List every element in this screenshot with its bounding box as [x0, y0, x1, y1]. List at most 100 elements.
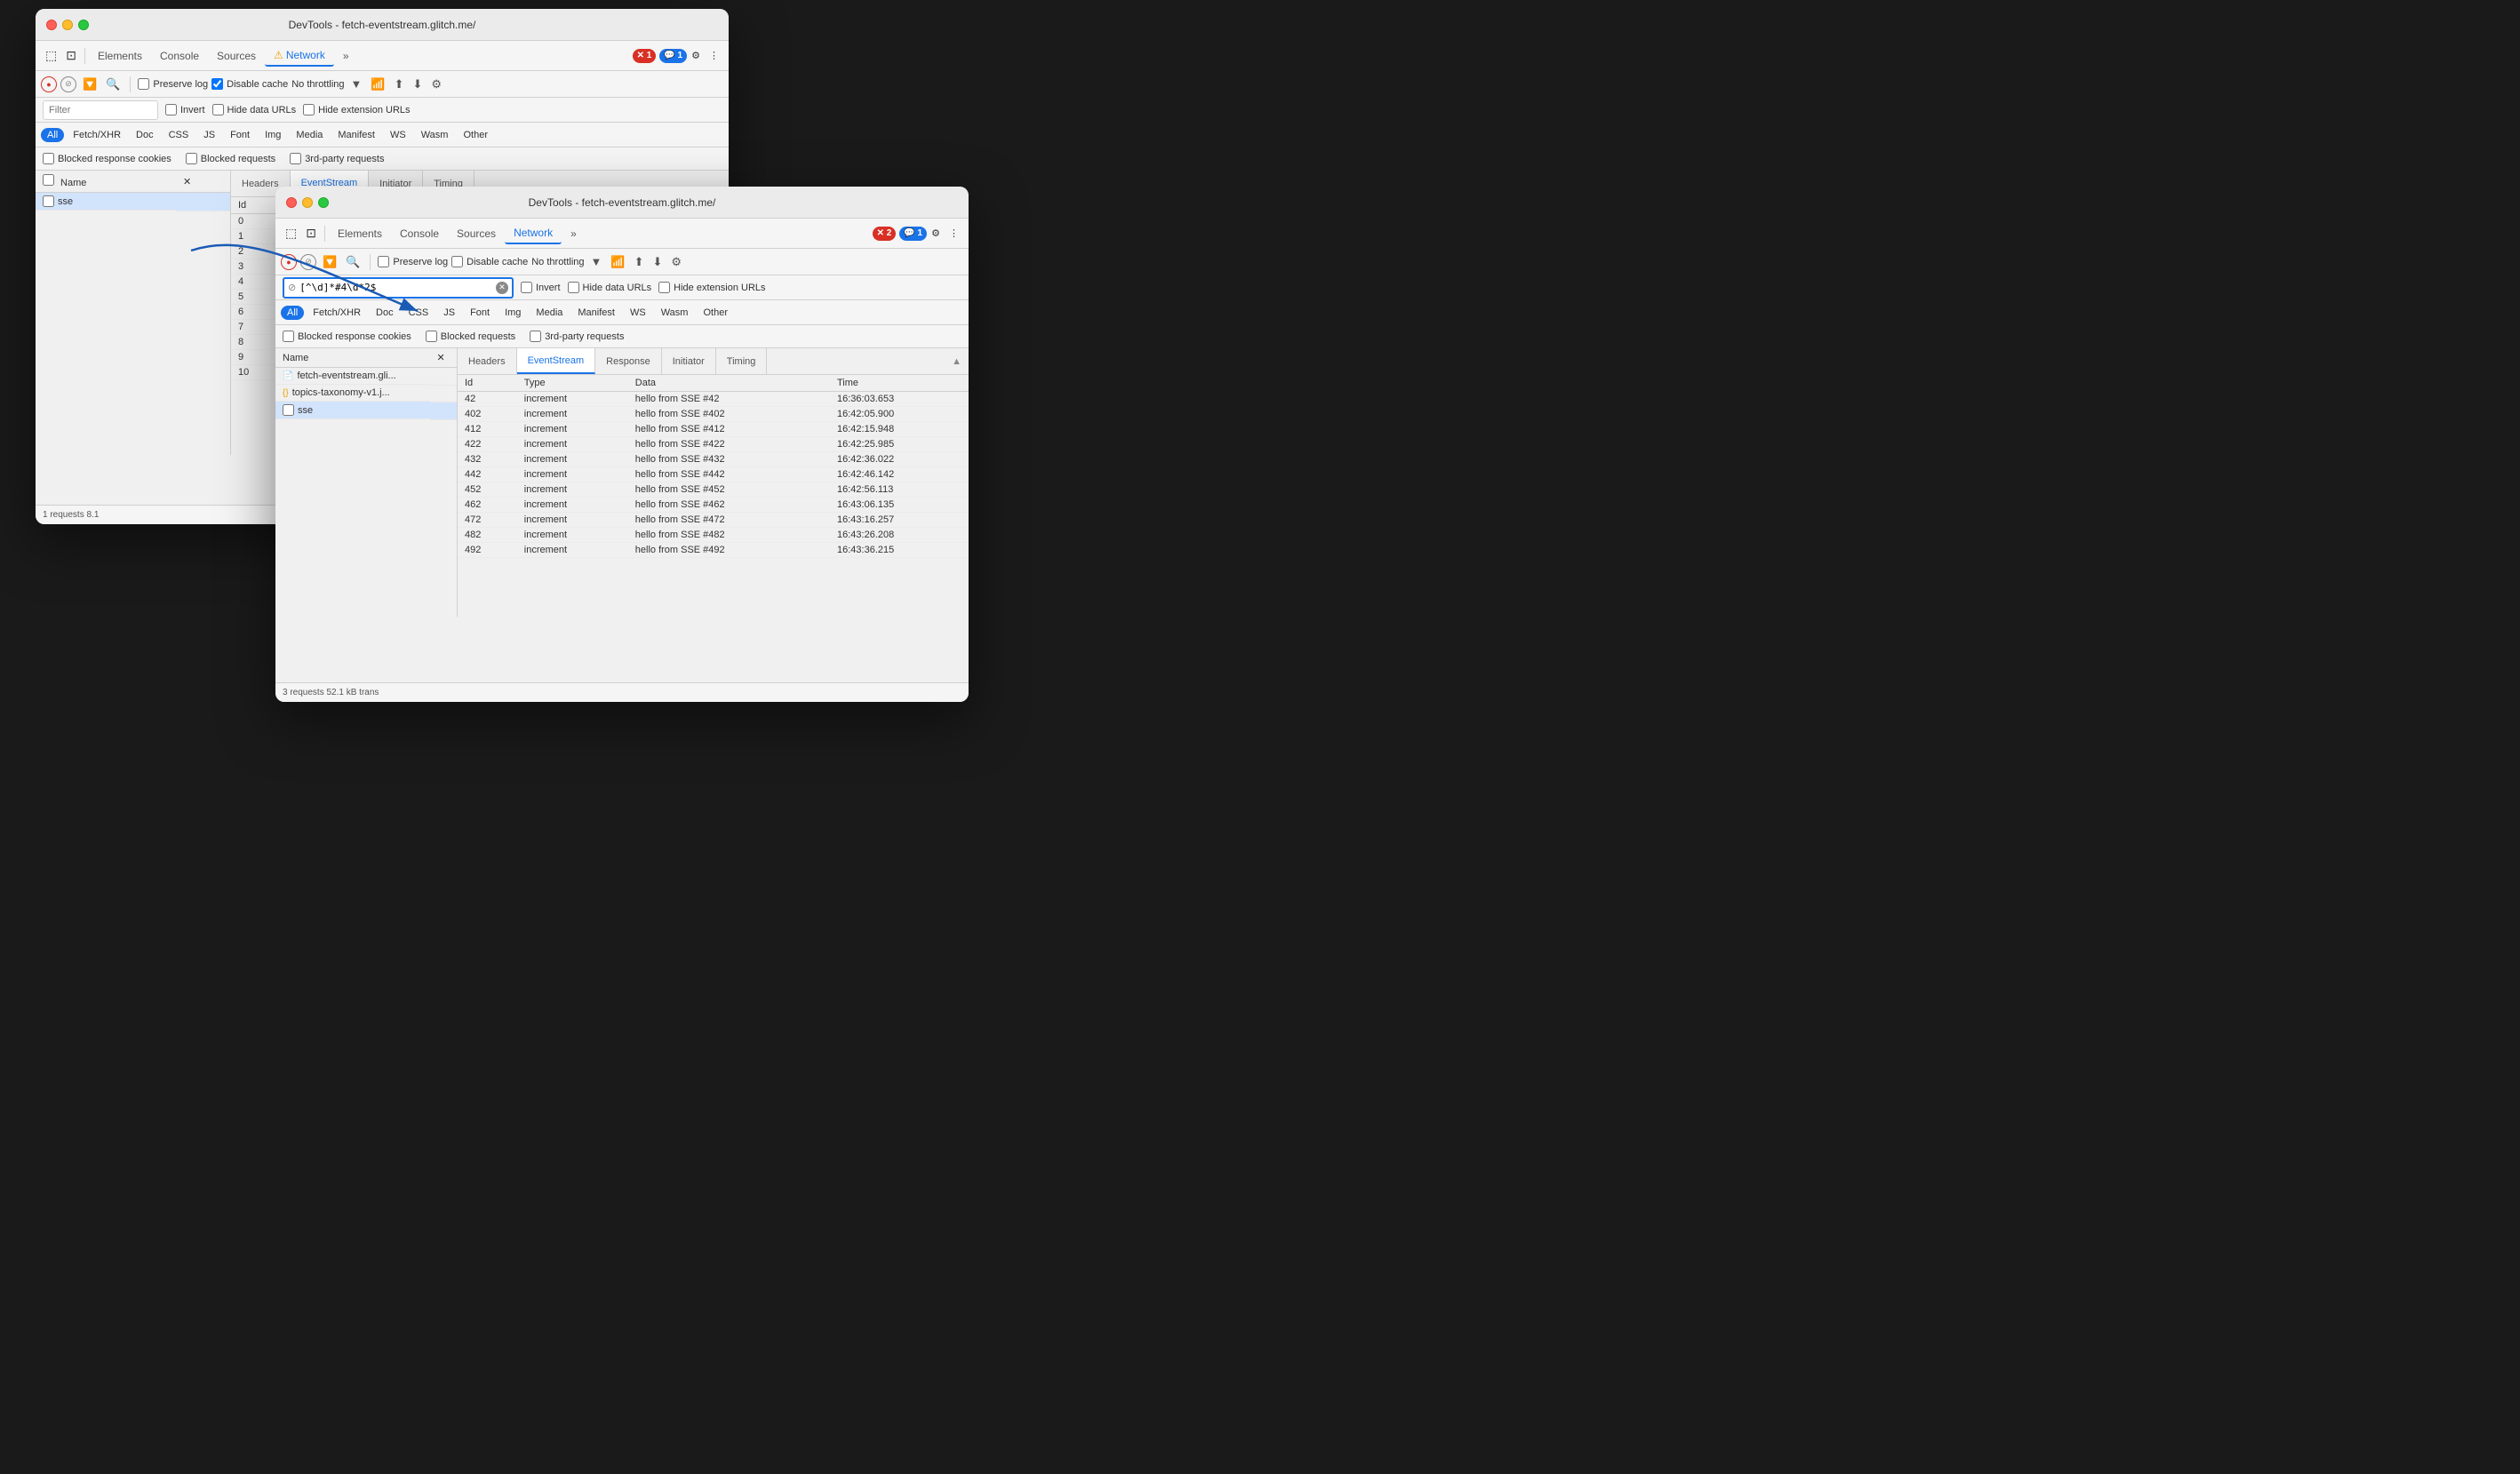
request-row-fetch-front[interactable]: 📄 fetch-eventstream.gli...	[275, 368, 457, 386]
settings-icon-front[interactable]: ⚙	[927, 225, 945, 242]
type-font-front[interactable]: Font	[464, 306, 496, 320]
filter-input-back[interactable]	[43, 100, 158, 120]
invert-check-back[interactable]	[165, 104, 177, 116]
panel-tab-headers-front[interactable]: Headers	[458, 348, 517, 374]
disable-cache-check-back[interactable]	[211, 78, 223, 90]
panel-tab-eventstream-front[interactable]: EventStream	[517, 348, 596, 374]
tab-more-back[interactable]: »	[334, 46, 358, 66]
panel-tab-initiator-front[interactable]: Initiator	[662, 348, 716, 374]
es-row-front[interactable]: 412incrementhello from SSE #41216:42:15.…	[458, 422, 969, 437]
preserve-log-label-back[interactable]: Preserve log	[138, 78, 208, 90]
search-icon-front[interactable]: 🔍	[343, 253, 363, 271]
type-doc-back[interactable]: Doc	[130, 128, 160, 142]
download-icon-front[interactable]: ⬇	[650, 253, 666, 271]
panel-tab-response-front[interactable]: Response	[595, 348, 662, 374]
throttling-dropdown-front[interactable]: ▼	[588, 253, 605, 270]
record-btn-front[interactable]: ●	[281, 254, 297, 270]
type-js-front[interactable]: JS	[437, 306, 461, 320]
type-css-back[interactable]: CSS	[163, 128, 195, 142]
record-btn-back[interactable]: ●	[41, 76, 57, 92]
tab-more-front[interactable]: »	[562, 224, 586, 243]
type-font-back[interactable]: Font	[224, 128, 256, 142]
es-row-front[interactable]: 452incrementhello from SSE #45216:42:56.…	[458, 482, 969, 498]
type-doc-front[interactable]: Doc	[370, 306, 400, 320]
upload-icon-back[interactable]: ⬆	[392, 76, 407, 93]
invert-check-front[interactable]	[521, 282, 532, 293]
device-icon-front[interactable]: ⊡	[301, 223, 321, 243]
inspect-icon-front[interactable]: ⬚	[281, 223, 301, 243]
hide-ext-label-back[interactable]: Hide extension URLs	[303, 104, 410, 116]
hide-data-label-front[interactable]: Hide data URLs	[568, 282, 652, 293]
filter-icon-back[interactable]: 🔽	[80, 76, 100, 93]
hide-ext-check-back[interactable]	[303, 104, 315, 116]
more-icon-back[interactable]: ⋮	[705, 47, 723, 64]
hide-data-label-back[interactable]: Hide data URLs	[212, 104, 297, 116]
es-row-front[interactable]: 472incrementhello from SSE #47216:43:16.…	[458, 513, 969, 528]
wifi-icon-back[interactable]: 📶	[368, 76, 387, 93]
tab-console-back[interactable]: Console	[151, 46, 208, 66]
es-row-front[interactable]: 402incrementhello from SSE #40216:42:05.…	[458, 407, 969, 422]
blocked-req-front[interactable]: Blocked requests	[426, 331, 515, 342]
third-party-front[interactable]: 3rd-party requests	[530, 331, 624, 342]
type-js-back[interactable]: JS	[197, 128, 221, 142]
type-ws-back[interactable]: WS	[384, 128, 412, 142]
invert-label-front[interactable]: Invert	[521, 282, 561, 293]
tab-network-back[interactable]: ⚠ Network	[265, 45, 334, 67]
settings2-icon-front[interactable]: ⚙	[668, 253, 684, 271]
device-icon[interactable]: ⊡	[61, 45, 81, 66]
regex-clear-btn[interactable]: ✕	[496, 282, 508, 294]
type-wasm-back[interactable]: Wasm	[415, 128, 455, 142]
preserve-log-label-front[interactable]: Preserve log	[378, 256, 448, 267]
tab-sources-front[interactable]: Sources	[448, 224, 505, 243]
type-manifest-back[interactable]: Manifest	[331, 128, 381, 142]
close-button-back[interactable]	[46, 20, 57, 30]
type-other-back[interactable]: Other	[457, 128, 494, 142]
blocked-cookies-back[interactable]: Blocked response cookies	[43, 153, 171, 164]
tab-elements-back[interactable]: Elements	[89, 46, 151, 66]
settings-icon-back[interactable]: ⚙	[687, 47, 705, 64]
regex-input-front[interactable]	[299, 282, 492, 293]
download-icon-back[interactable]: ⬇	[411, 76, 426, 93]
type-fetch-front[interactable]: Fetch/XHR	[307, 306, 367, 320]
type-media-front[interactable]: Media	[530, 306, 569, 320]
type-wasm-front[interactable]: Wasm	[655, 306, 695, 320]
hide-ext-label-front[interactable]: Hide extension URLs	[658, 282, 765, 293]
tab-elements-front[interactable]: Elements	[329, 224, 391, 243]
es-row-front[interactable]: 422incrementhello from SSE #42216:42:25.…	[458, 437, 969, 452]
es-row-front[interactable]: 492incrementhello from SSE #49216:43:36.…	[458, 543, 969, 558]
minimize-button-back[interactable]	[62, 20, 73, 30]
blocked-cookies-front[interactable]: Blocked response cookies	[283, 331, 411, 342]
filter-icon-front[interactable]: 🔽	[320, 253, 339, 271]
disable-cache-check-front[interactable]	[451, 256, 463, 267]
invert-label-back[interactable]: Invert	[165, 104, 205, 116]
inspect-icon[interactable]: ⬚	[41, 45, 61, 66]
preserve-log-check-front[interactable]	[378, 256, 389, 267]
preserve-log-check-back[interactable]	[138, 78, 149, 90]
disable-cache-label-front[interactable]: Disable cache	[451, 256, 528, 267]
third-party-back[interactable]: 3rd-party requests	[290, 153, 384, 164]
select-all-back[interactable]	[43, 174, 54, 186]
select-sse-back[interactable]	[43, 195, 54, 207]
es-row-front[interactable]: 462incrementhello from SSE #46216:43:06.…	[458, 498, 969, 513]
tab-console-front[interactable]: Console	[391, 224, 448, 243]
es-row-front[interactable]: 432incrementhello from SSE #43216:42:36.…	[458, 452, 969, 467]
maximize-button-back[interactable]	[78, 20, 89, 30]
search-icon-back[interactable]: 🔍	[103, 76, 123, 93]
type-media-back[interactable]: Media	[290, 128, 329, 142]
wifi-icon-front[interactable]: 📶	[608, 253, 627, 271]
tab-sources-back[interactable]: Sources	[208, 46, 265, 66]
maximize-button-front[interactable]	[318, 197, 329, 208]
es-row-front[interactable]: 442incrementhello from SSE #44216:42:46.…	[458, 467, 969, 482]
blocked-req-back[interactable]: Blocked requests	[186, 153, 275, 164]
type-ws-front[interactable]: WS	[624, 306, 652, 320]
clear-btn-front[interactable]: ⊘	[300, 254, 316, 270]
panel-tab-timing-front[interactable]: Timing	[716, 348, 768, 374]
request-row-sse-front[interactable]: sse	[275, 402, 457, 419]
clear-btn-back[interactable]: ⊘	[60, 76, 76, 92]
more-icon-front[interactable]: ⋮	[945, 225, 963, 242]
type-manifest-front[interactable]: Manifest	[571, 306, 621, 320]
hide-data-check-back[interactable]	[212, 104, 224, 116]
es-row-front[interactable]: 482incrementhello from SSE #48216:43:26.…	[458, 528, 969, 543]
disable-cache-label-back[interactable]: Disable cache	[211, 78, 288, 90]
close-button-front[interactable]	[286, 197, 297, 208]
